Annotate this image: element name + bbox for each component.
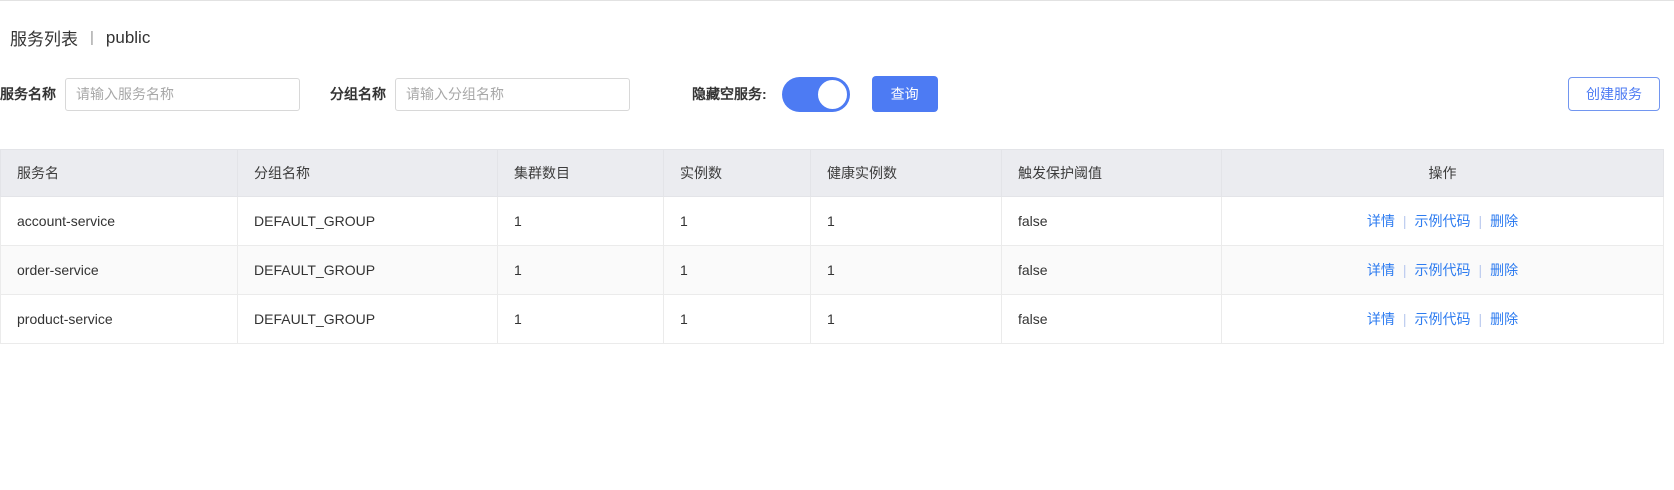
- cell-group-name: DEFAULT_GROUP: [237, 294, 498, 344]
- cell-service-name: product-service: [0, 294, 238, 344]
- namespace-label: public: [105, 27, 151, 47]
- delete-link[interactable]: 删除: [1490, 262, 1518, 278]
- page-title: 服务列表 | public: [10, 25, 1674, 50]
- table-row: product-service DEFAULT_GROUP 1 1 1 fals…: [0, 294, 1664, 344]
- query-button[interactable]: 查询: [871, 76, 938, 112]
- header-instance-count: 实例数: [663, 149, 811, 197]
- cell-cluster-count: 1: [497, 196, 664, 246]
- cell-group-name: DEFAULT_GROUP: [237, 245, 498, 295]
- cell-instance-count: 1: [663, 196, 811, 246]
- action-separator: |: [1402, 311, 1407, 327]
- sample-code-link[interactable]: 示例代码: [1415, 262, 1471, 278]
- service-table: 服务名 分组名称 集群数目 实例数 健康实例数 触发保护阈值 操作 accoun…: [0, 149, 1664, 344]
- header-cluster-count: 集群数目: [497, 149, 664, 197]
- cell-instance-count: 1: [663, 245, 811, 295]
- cell-operations: 详情 | 示例代码 | 删除: [1221, 245, 1664, 295]
- delete-link[interactable]: 删除: [1490, 213, 1518, 229]
- cell-service-name: order-service: [0, 245, 238, 295]
- search-toolbar: 服务名称 分组名称 隐藏空服务: 查询 创建服务: [0, 76, 1674, 112]
- group-name-label: 分组名称: [330, 86, 386, 102]
- create-service-button[interactable]: 创建服务: [1568, 77, 1660, 111]
- group-name-input[interactable]: [395, 77, 630, 111]
- service-name-input[interactable]: [65, 77, 300, 111]
- table-row: account-service DEFAULT_GROUP 1 1 1 fals…: [0, 196, 1664, 246]
- cell-healthy-count: 1: [810, 245, 1002, 295]
- cell-protect-threshold: false: [1001, 196, 1222, 246]
- detail-link[interactable]: 详情: [1367, 311, 1395, 327]
- cell-healthy-count: 1: [810, 294, 1002, 344]
- service-name-label: 服务名称: [0, 86, 56, 102]
- header-healthy-instance-count: 健康实例数: [810, 149, 1002, 197]
- table-header-row: 服务名 分组名称 集群数目 实例数 健康实例数 触发保护阈值 操作: [0, 149, 1664, 197]
- action-separator: |: [1478, 213, 1483, 229]
- sample-code-link[interactable]: 示例代码: [1415, 311, 1471, 327]
- toggle-knob-icon: [816, 78, 848, 110]
- cell-protect-threshold: false: [1001, 294, 1222, 344]
- cell-cluster-count: 1: [497, 245, 664, 295]
- action-separator: |: [1478, 311, 1483, 327]
- detail-link[interactable]: 详情: [1367, 213, 1395, 229]
- hide-empty-service-label: 隐藏空服务:: [692, 86, 767, 102]
- cell-group-name: DEFAULT_GROUP: [237, 196, 498, 246]
- header-protect-threshold: 触发保护阈值: [1001, 149, 1222, 197]
- header-service-name: 服务名: [0, 149, 238, 197]
- cell-operations: 详情 | 示例代码 | 删除: [1221, 196, 1664, 246]
- page-title-text: 服务列表: [10, 30, 78, 49]
- header-group-name: 分组名称: [237, 149, 498, 197]
- action-separator: |: [1478, 262, 1483, 278]
- cell-cluster-count: 1: [497, 294, 664, 344]
- cell-service-name: account-service: [0, 196, 238, 246]
- sample-code-link[interactable]: 示例代码: [1415, 213, 1471, 229]
- hide-empty-service-toggle[interactable]: [781, 76, 850, 112]
- cell-operations: 详情 | 示例代码 | 删除: [1221, 294, 1664, 344]
- table-row: order-service DEFAULT_GROUP 1 1 1 false …: [0, 245, 1664, 295]
- title-separator: |: [90, 29, 94, 46]
- service-list-page: 服务列表 | public 服务名称 分组名称 隐藏空服务: 查询 创建服务 服…: [0, 0, 1674, 490]
- delete-link[interactable]: 删除: [1490, 311, 1518, 327]
- header-operations: 操作: [1221, 149, 1664, 197]
- detail-link[interactable]: 详情: [1367, 262, 1395, 278]
- cell-healthy-count: 1: [810, 196, 1002, 246]
- action-separator: |: [1402, 213, 1407, 229]
- action-separator: |: [1402, 262, 1407, 278]
- cell-instance-count: 1: [663, 294, 811, 344]
- cell-protect-threshold: false: [1001, 245, 1222, 295]
